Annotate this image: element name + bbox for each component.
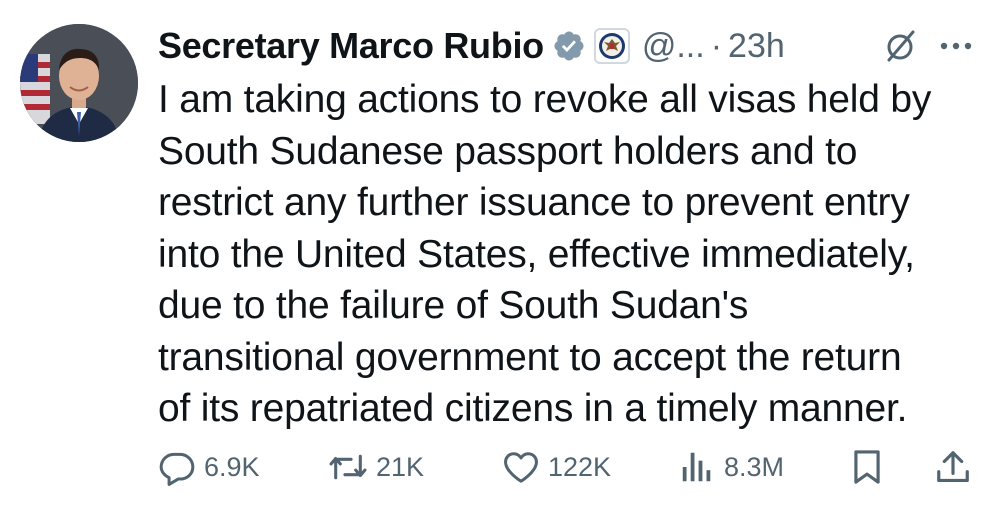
grok-icon[interactable] bbox=[880, 26, 920, 66]
repost-button[interactable]: 21K bbox=[328, 442, 424, 492]
repost-icon bbox=[329, 454, 367, 480]
reply-icon bbox=[159, 452, 195, 486]
timestamp[interactable]: 23h bbox=[728, 27, 785, 66]
views-button[interactable]: 8.3M bbox=[678, 442, 784, 492]
reply-count: 6.9K bbox=[204, 451, 260, 482]
reply-button[interactable]: 6.9K bbox=[158, 442, 260, 492]
tweet-line: due to the failure of South Sudan's bbox=[158, 284, 749, 327]
tweet-line: transitional government to accept the re… bbox=[158, 335, 902, 379]
state-department-seal-icon[interactable] bbox=[593, 28, 630, 64]
bookmark-icon bbox=[854, 450, 880, 484]
tweet[interactable]: Secretary Marco Rubio @... · 23h I am ta… bbox=[0, 0, 1000, 512]
more-options-icon[interactable] bbox=[934, 26, 978, 66]
avatar-portrait bbox=[20, 24, 138, 142]
share-icon bbox=[937, 451, 969, 483]
verified-badge-icon[interactable] bbox=[552, 29, 586, 63]
repost-count: 21K bbox=[376, 451, 425, 482]
action-bar: 6.9K 21K 122K 8.3M bbox=[158, 442, 978, 492]
handle[interactable]: @... bbox=[642, 27, 705, 66]
views-icon bbox=[682, 452, 711, 482]
tweet-line: into the United States, effective immedi… bbox=[158, 232, 915, 276]
tweet-header: Secretary Marco Rubio @... · 23h bbox=[158, 20, 785, 72]
tweet-line: restrict any further issuance to prevent… bbox=[158, 181, 910, 224]
bookmark-button[interactable] bbox=[848, 442, 886, 492]
like-button[interactable]: 122K bbox=[502, 442, 611, 492]
tweet-line: South Sudanese passport holders and to bbox=[158, 129, 858, 173]
tweet-line: I am taking actions to revoke all visas … bbox=[158, 78, 932, 121]
heart-icon bbox=[504, 452, 538, 483]
tweet-text: I am taking actions to revoke all visas … bbox=[158, 74, 988, 435]
display-name[interactable]: Secretary Marco Rubio bbox=[158, 25, 544, 67]
avatar[interactable] bbox=[20, 24, 138, 142]
like-count: 122K bbox=[548, 451, 612, 482]
share-button[interactable] bbox=[934, 442, 972, 492]
separator-dot: · bbox=[710, 26, 723, 65]
views-count: 8.3M bbox=[724, 451, 785, 482]
tweet-line: of its repatriated citizens in a timely … bbox=[158, 387, 908, 430]
